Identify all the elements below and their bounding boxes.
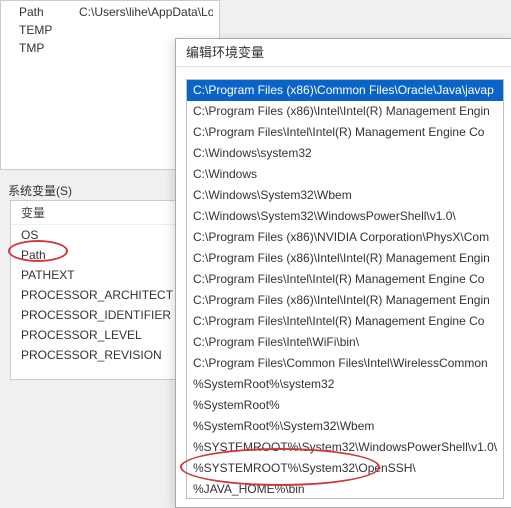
path-entry[interactable]: C:\Program Files\Intel\Intel(R) Manageme… (187, 269, 503, 290)
path-entry[interactable]: C:\Windows\System32\Wbem (187, 185, 503, 206)
path-entry[interactable]: %SYSTEMROOT%\System32\WindowsPowerShell\… (187, 437, 503, 458)
user-var-value: C:\Users\lihe\AppData\Local\Programs\Pyt… (79, 4, 213, 20)
user-var-name: TMP (19, 40, 79, 56)
dialog-title: 编辑环境变量 (176, 39, 511, 67)
path-entry[interactable]: %SystemRoot%\System32\Wbem (187, 416, 503, 437)
path-entry[interactable]: C:\Program Files (x86)\Intel\Intel(R) Ma… (187, 290, 503, 311)
path-entry[interactable]: C:\Program Files\Intel\Intel(R) Manageme… (187, 311, 503, 332)
path-entry[interactable]: C:\Windows\system32 (187, 143, 503, 164)
user-var-row[interactable]: PathC:\Users\lihe\AppData\Local\Programs… (1, 3, 219, 21)
user-var-name: TEMP (19, 22, 79, 38)
edit-env-dialog: 编辑环境变量 C:\Program Files (x86)\Common Fil… (175, 38, 511, 508)
system-variables-label: 系统变量(S) (8, 182, 72, 199)
path-entry[interactable]: %SYSTEMROOT%\System32\OpenSSH\ (187, 458, 503, 479)
path-entry[interactable]: C:\Program Files (x86)\Intel\Intel(R) Ma… (187, 101, 503, 122)
path-entry[interactable]: C:\Program Files (x86)\NVIDIA Corporatio… (187, 227, 503, 248)
user-var-name: Path (19, 4, 79, 20)
path-entry[interactable]: C:\Program Files (x86)\Intel\Intel(R) Ma… (187, 248, 503, 269)
path-entry[interactable]: C:\Windows (187, 164, 503, 185)
path-entry[interactable]: C:\Program Files\Common Files\Intel\Wire… (187, 353, 503, 374)
path-entry[interactable]: %SystemRoot% (187, 395, 503, 416)
user-var-value (79, 22, 213, 38)
path-entry[interactable]: C:\Program Files (x86)\Common Files\Orac… (187, 80, 503, 101)
path-entry[interactable]: C:\Program Files\Intel\Intel(R) Manageme… (187, 122, 503, 143)
user-var-row[interactable]: TEMP (1, 21, 219, 39)
path-entries-list[interactable]: C:\Program Files (x86)\Common Files\Orac… (186, 79, 504, 499)
path-entry[interactable]: C:\Program Files\Intel\WiFi\bin\ (187, 332, 503, 353)
path-entry[interactable]: %SystemRoot%\system32 (187, 374, 503, 395)
path-entry[interactable]: %JAVA_HOME%\bin (187, 479, 503, 499)
path-entry[interactable]: C:\Windows\System32\WindowsPowerShell\v1… (187, 206, 503, 227)
